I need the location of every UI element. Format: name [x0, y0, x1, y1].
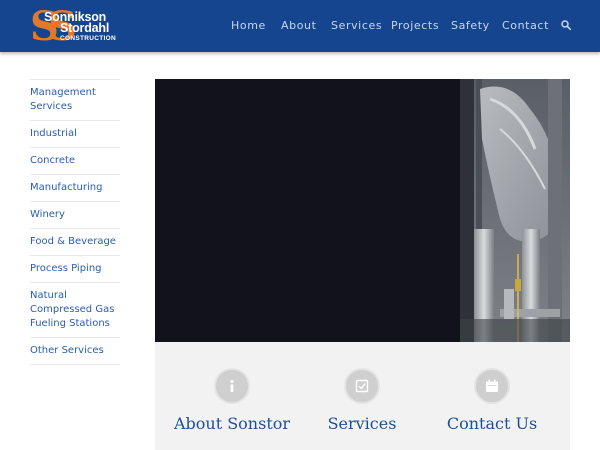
sidebar-item-winery[interactable]: Winery	[30, 201, 120, 228]
feature-boxes: About Sonstor Services Contact Us	[155, 342, 570, 450]
hero-image	[460, 79, 570, 342]
site-header: SS Sonnikson Stordahl CONSTRUCTION Home …	[0, 0, 600, 52]
sidebar-item-process-piping[interactable]: Process Piping	[30, 255, 120, 282]
sidebar-item-food-beverage[interactable]: Food & Beverage	[30, 228, 120, 255]
calendar-icon	[474, 368, 510, 404]
info-icon	[214, 368, 250, 404]
feature-about[interactable]: About Sonstor	[163, 342, 301, 450]
sidebar-item-industrial[interactable]: Industrial	[30, 120, 120, 147]
nav-projects[interactable]: Projects	[391, 19, 439, 32]
sidebar-item-management-services[interactable]: Management Services	[30, 79, 120, 120]
site-logo[interactable]: SS Sonnikson Stordahl CONSTRUCTION	[30, 5, 130, 49]
search-icon[interactable]	[561, 20, 571, 30]
sidebar-item-manufacturing[interactable]: Manufacturing	[30, 174, 120, 201]
services-sidebar: Management Services Industrial Concrete …	[30, 79, 120, 365]
sidebar-item-concrete[interactable]: Concrete	[30, 147, 120, 174]
nav-about[interactable]: About	[281, 19, 317, 32]
feature-contact[interactable]: Contact Us	[423, 342, 561, 450]
feature-services[interactable]: Services	[293, 342, 431, 450]
sidebar-item-other-services[interactable]: Other Services	[30, 337, 120, 365]
nav-contact[interactable]: Contact	[502, 19, 549, 32]
nav-services[interactable]: Services	[331, 19, 382, 32]
sidebar-item-natural-gas[interactable]: Natural Compressed Gas Fueling Stations	[30, 282, 120, 337]
logo-line-2: Stordahl	[60, 21, 110, 35]
hero-slider	[155, 79, 570, 342]
feature-services-title[interactable]: Services	[293, 414, 431, 433]
checkbox-icon	[344, 368, 380, 404]
feature-about-title[interactable]: About Sonstor	[163, 414, 301, 433]
nav-home[interactable]: Home	[231, 19, 266, 32]
nav-safety[interactable]: Safety	[451, 19, 490, 32]
feature-contact-title[interactable]: Contact Us	[423, 414, 561, 433]
logo-line-3: CONSTRUCTION	[60, 35, 116, 42]
